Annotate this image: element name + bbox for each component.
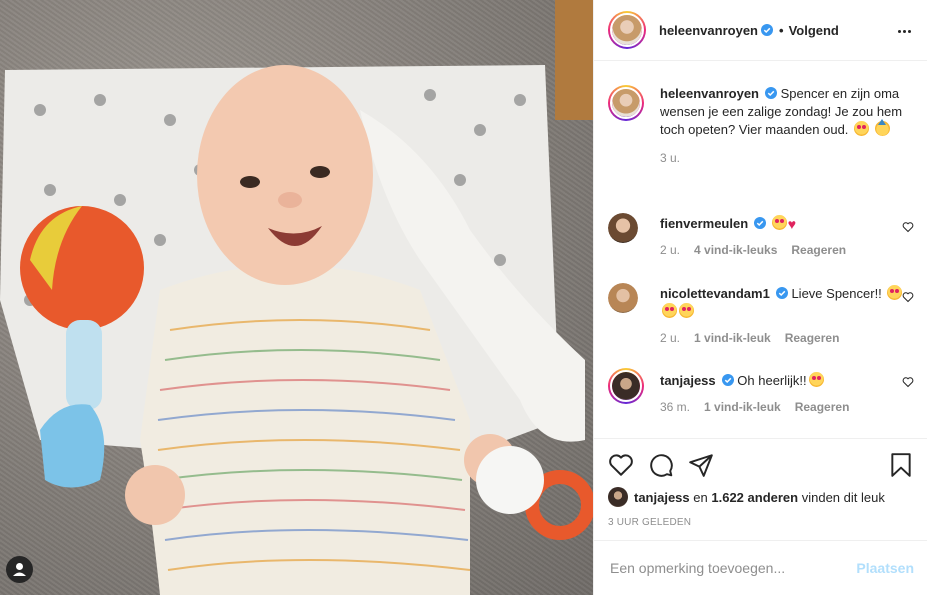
heart-eyes-emoji-icon xyxy=(854,121,870,136)
liker-avatar[interactable] xyxy=(608,487,628,507)
commenter-avatar[interactable] xyxy=(608,283,638,313)
reply-button[interactable]: Reageren xyxy=(785,331,840,345)
comments-list: heleenvanroyen Spencer en zijn oma wense… xyxy=(594,75,927,437)
comment-time: 2 u. xyxy=(660,331,681,345)
heart-eyes-emoji-icon xyxy=(808,372,824,387)
author-username[interactable]: heleenvanroyen xyxy=(659,23,758,38)
comment-likes[interactable]: 1 vind-ik-leuk xyxy=(704,400,781,414)
verified-badge-icon xyxy=(761,24,773,36)
caption-text: heleenvanroyen Spencer en zijn oma wense… xyxy=(660,85,914,139)
verified-badge-icon xyxy=(765,87,777,99)
separator-dot: • xyxy=(779,22,784,38)
heart-eyes-emoji-icon xyxy=(662,303,677,318)
post-comment-button[interactable]: Plaatsen xyxy=(856,560,914,576)
action-icons-row xyxy=(608,451,914,479)
comment-likes[interactable]: 1 vind-ik-leuk xyxy=(694,331,771,345)
user-tag-icon xyxy=(13,563,26,576)
follow-button[interactable]: Volgend xyxy=(789,23,839,38)
baby-left-hand xyxy=(125,465,185,525)
comment-like-heart-icon[interactable] xyxy=(902,376,914,388)
reply-button[interactable]: Reageren xyxy=(791,243,846,257)
comment-time: 36 m. xyxy=(660,400,691,414)
post-photo[interactable] xyxy=(0,0,593,595)
verified-badge-icon xyxy=(775,287,788,299)
comment-item: fienvermeulen ♥ 2 u. 4 vind-ik-leuks Rea… xyxy=(608,213,914,257)
post-header: heleenvanroyen • Volgend xyxy=(594,0,927,61)
red-heart-emoji-icon: ♥ xyxy=(787,216,797,232)
commenter-avatar[interactable] xyxy=(608,368,644,404)
comment-item: nicolettevandam1 Lieve Spencer!! 2 u. 1 … xyxy=(608,283,914,345)
verified-badge-icon xyxy=(721,374,734,386)
comment-username[interactable]: fienvermeulen xyxy=(660,216,748,231)
caption: heleenvanroyen Spencer en zijn oma wense… xyxy=(608,85,914,165)
party-face-emoji-icon xyxy=(874,119,890,136)
add-comment-bar: Een opmerking toevoegen... Plaatsen xyxy=(594,540,927,595)
heart-eyes-emoji-icon xyxy=(771,215,787,230)
heart-eyes-emoji-icon xyxy=(679,303,694,318)
heart-icon[interactable] xyxy=(608,452,634,478)
rattle-handle xyxy=(66,320,102,410)
comment-text: Oh heerlijk!! xyxy=(737,373,807,388)
reply-button[interactable]: Reageren xyxy=(795,400,850,414)
comment-time: 2 u. xyxy=(660,243,681,257)
comment-input[interactable]: Een opmerking toevoegen... xyxy=(610,560,856,576)
comment-username[interactable]: tanjajess xyxy=(660,373,716,388)
share-icon[interactable] xyxy=(688,452,714,478)
baby-onesie xyxy=(140,265,470,595)
toy-ball xyxy=(476,446,544,514)
wood-floor xyxy=(555,0,593,120)
comment-username[interactable]: nicolettevandam1 xyxy=(660,286,770,301)
liker-username[interactable]: tanjajess xyxy=(634,490,690,505)
post-side-panel: heleenvanroyen • Volgend heleenvanroyen … xyxy=(593,0,927,595)
likes-others[interactable]: 1.622 anderen xyxy=(711,490,798,505)
post-actions: tanjajess en 1.622 anderen vinden dit le… xyxy=(594,438,927,540)
user-tag-button[interactable] xyxy=(6,556,33,583)
likes-suffix: vinden dit leuk xyxy=(801,489,885,505)
comment-like-heart-icon[interactable] xyxy=(902,291,914,303)
comment-item: tanjajess Oh heerlijk!! 36 m. 1 vind-ik-… xyxy=(608,368,914,414)
comment-likes[interactable]: 4 vind-ik-leuks xyxy=(694,243,777,257)
caption-username[interactable]: heleenvanroyen xyxy=(660,86,759,101)
caption-avatar[interactable] xyxy=(608,85,644,121)
author-avatar[interactable] xyxy=(608,11,646,49)
bookmark-icon[interactable] xyxy=(888,452,914,478)
more-options-icon[interactable] xyxy=(895,22,913,40)
likes-summary: tanjajess en 1.622 anderen vinden dit le… xyxy=(608,487,914,507)
likes-connector: en xyxy=(693,489,708,505)
post-timestamp[interactable]: 3 UUR GELEDEN xyxy=(608,517,914,528)
commenter-avatar[interactable] xyxy=(608,213,638,243)
comment-like-heart-icon[interactable] xyxy=(902,221,914,233)
baby-photo-illustration xyxy=(0,0,593,595)
comment-text: Lieve Spencer!! xyxy=(791,286,882,301)
baby-head xyxy=(197,65,373,285)
comment-icon[interactable] xyxy=(648,452,674,478)
heart-eyes-emoji-icon xyxy=(887,285,903,300)
caption-time: 3 u. xyxy=(660,151,681,165)
caption-meta: 3 u. xyxy=(660,151,914,165)
verified-badge-icon xyxy=(754,217,767,229)
